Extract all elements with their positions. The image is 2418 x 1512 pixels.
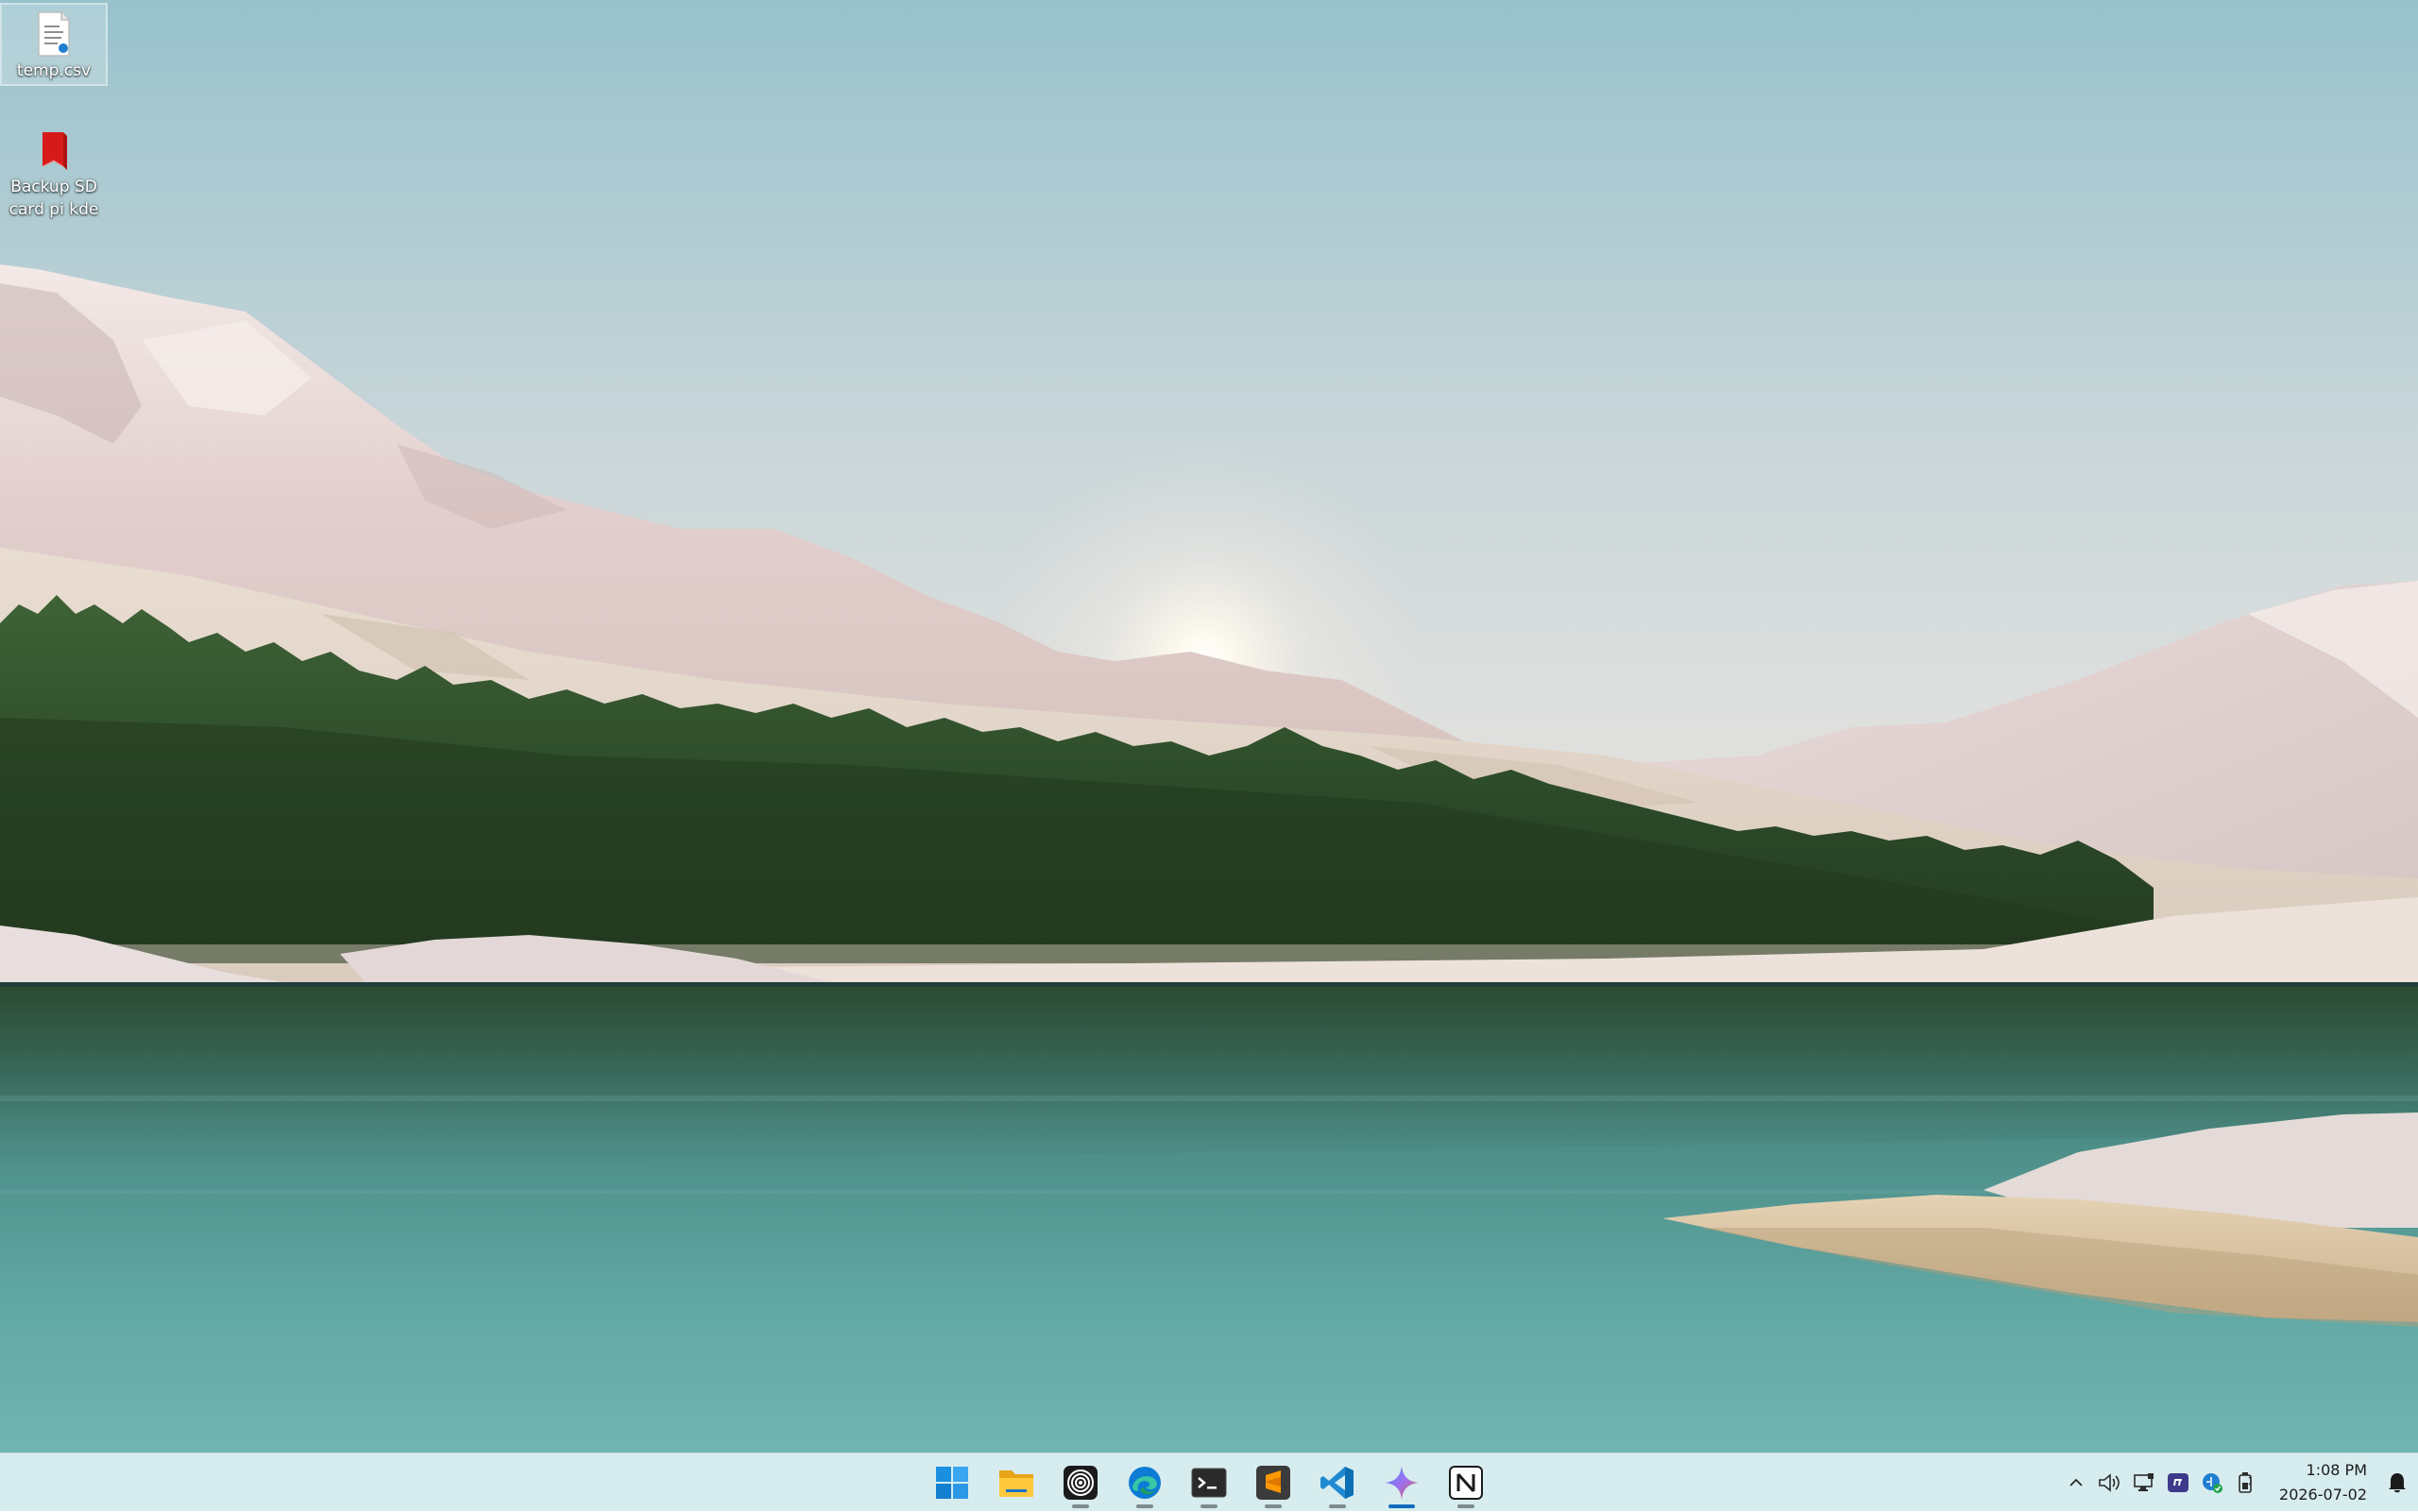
shield-icon	[2203, 1473, 2222, 1493]
notion-button[interactable]	[1439, 1456, 1492, 1509]
battery-tray-button[interactable]	[2229, 1453, 2263, 1512]
folder-icon	[999, 1470, 1033, 1497]
security-tray-button[interactable]	[2195, 1453, 2229, 1512]
sublime-text-button[interactable]	[1247, 1456, 1300, 1509]
notion-icon	[1449, 1466, 1483, 1500]
sparkle-icon	[1385, 1466, 1419, 1500]
desktop-icon-label: Backup SD card pi kde	[9, 178, 99, 219]
edge-icon	[1129, 1467, 1161, 1499]
volume-button[interactable]	[2093, 1453, 2127, 1512]
red-folder-icon	[42, 132, 67, 170]
desktop-icon-backup-folder[interactable]: Backup SD card pi kde	[2, 123, 106, 227]
discord-icon	[2168, 1473, 2188, 1492]
show-hidden-icons-button[interactable]	[2059, 1453, 2093, 1512]
speaker-icon	[2099, 1473, 2120, 1492]
bell-icon	[2389, 1473, 2406, 1493]
clock[interactable]: 1:08 PM 2026-07-02	[2263, 1453, 2376, 1512]
windows-logo-icon	[936, 1467, 968, 1499]
taskbar: 1:08 PM 2026-07-02	[0, 1453, 2418, 1511]
desktop: temp.csv Backup SD card pi kde	[0, 0, 2418, 1453]
sublime-text-icon	[1256, 1466, 1290, 1500]
notification-button[interactable]	[2376, 1453, 2418, 1512]
chevron-up-icon	[2069, 1478, 2083, 1487]
clock-time: 1:08 PM	[2306, 1461, 2367, 1479]
gemini-button[interactable]	[1375, 1456, 1428, 1509]
start-button[interactable]	[926, 1456, 979, 1509]
wallpaper-landscape	[0, 0, 2418, 1453]
taskbar-apps	[0, 1453, 2418, 1512]
concentric-app-button[interactable]	[1054, 1456, 1107, 1509]
network-icon	[2134, 1473, 2154, 1491]
terminal-icon	[1191, 1468, 1227, 1498]
clock-date: 2026-07-02	[2279, 1486, 2367, 1504]
discord-tray-button[interactable]	[2161, 1453, 2195, 1512]
concentric-circles-icon	[1064, 1466, 1098, 1500]
desktop-icon-label: temp.csv	[16, 61, 92, 80]
vscode-button[interactable]	[1311, 1456, 1364, 1509]
desktop-icon-temp-csv[interactable]: temp.csv	[0, 3, 108, 86]
system-tray: 1:08 PM 2026-07-02	[2059, 1453, 2418, 1512]
edge-button[interactable]	[1118, 1456, 1171, 1509]
battery-icon	[2239, 1472, 2252, 1493]
terminal-button[interactable]	[1183, 1456, 1235, 1509]
vscode-icon	[1320, 1467, 1354, 1499]
csv-file-icon	[38, 11, 70, 57]
file-explorer-button[interactable]	[990, 1456, 1043, 1509]
network-button[interactable]	[2127, 1453, 2161, 1512]
